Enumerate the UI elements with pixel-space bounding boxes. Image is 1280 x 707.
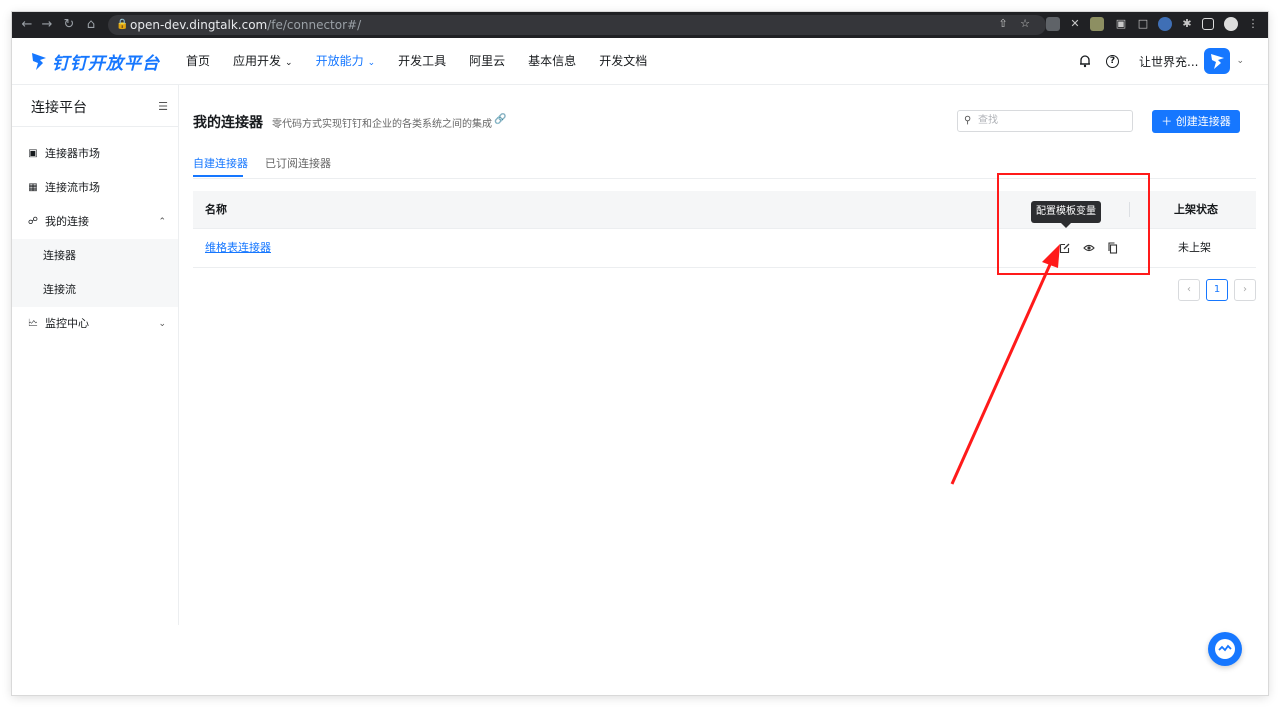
nav-dev-tools[interactable]: 开发工具 bbox=[390, 38, 454, 84]
lock-icon: 🔒 bbox=[116, 19, 129, 30]
main-content: 我的连接器 零代码方式实现钉钉和企业的各类系统之间的集成 🔗 ⚲ 查找 ＋ 创建… bbox=[193, 85, 1256, 625]
puzzle-icon[interactable]: ✱ bbox=[1180, 17, 1194, 31]
chat-bot-icon bbox=[1215, 639, 1235, 659]
nav-label: 开放能力 bbox=[315, 54, 364, 68]
grid-icon: ▦ bbox=[28, 182, 38, 193]
logo-text: 钉钉开放平台 bbox=[52, 53, 160, 74]
nav-label: 阿里云 bbox=[469, 54, 506, 68]
browser-toolbar: ← → ↻ ⌂ 🔒 open-dev.dingtalk.com/fe/conne… bbox=[12, 12, 1268, 38]
bell-icon[interactable] bbox=[1078, 54, 1092, 68]
prev-page-button[interactable]: ‹ bbox=[1178, 279, 1200, 301]
share-icon[interactable]: ⇧ bbox=[996, 17, 1010, 31]
nav-basic-info[interactable]: 基本信息 bbox=[520, 38, 584, 84]
shop-icon: ▣ bbox=[28, 148, 38, 159]
extension-icon[interactable] bbox=[1158, 17, 1172, 31]
nav-app-dev[interactable]: 应用开发 ⌄ bbox=[225, 38, 301, 84]
nav-label: 基本信息 bbox=[528, 54, 577, 68]
tab-self-built[interactable]: 自建连接器 bbox=[193, 155, 248, 171]
sidebar-item-connector-market[interactable]: ▣ 连接器市场 bbox=[12, 137, 178, 171]
divider bbox=[12, 126, 178, 127]
page-description: 零代码方式实现钉钉和企业的各类系统之间的集成 bbox=[272, 119, 492, 130]
browser-window: ← → ↻ ⌂ 🔒 open-dev.dingtalk.com/fe/conne… bbox=[12, 12, 1268, 695]
sidebar-item-my-connections[interactable]: ☍ 我的连接 ⌃ bbox=[12, 205, 178, 239]
extension-icon[interactable]: ✕ bbox=[1068, 17, 1082, 31]
chevron-up-icon: ⌃ bbox=[158, 217, 166, 227]
user-area: ? 让世界充... ⌄ bbox=[1064, 38, 1244, 84]
chevron-down-icon[interactable]: ⌄ bbox=[1236, 56, 1244, 66]
column-header-status: 上架状态 bbox=[1174, 203, 1218, 216]
link-icon: ☍ bbox=[27, 216, 39, 227]
sidebar-item-label: 连接器 bbox=[43, 249, 76, 262]
search-input[interactable]: ⚲ 查找 bbox=[957, 110, 1133, 132]
star-icon[interactable]: ☆ bbox=[1018, 17, 1032, 31]
sidebar-toggle-icon[interactable] bbox=[1202, 18, 1214, 30]
address-bar[interactable]: 🔒 open-dev.dingtalk.com/fe/connector#/ bbox=[108, 15, 1046, 35]
sidebar-item-label: 连接流 bbox=[43, 283, 76, 296]
nav-label: 开发文档 bbox=[599, 54, 648, 68]
create-button-label: 创建连接器 bbox=[1175, 115, 1231, 128]
chevron-down-icon: ⌄ bbox=[158, 319, 166, 329]
logo[interactable]: 钉钉开放平台 bbox=[30, 48, 160, 74]
nav-aliyun[interactable]: 阿里云 bbox=[461, 38, 513, 84]
url-path: /fe/connector#/ bbox=[267, 18, 362, 32]
sidebar-item-label: 连接器市场 bbox=[45, 147, 100, 160]
nav-home[interactable]: 首页 bbox=[178, 38, 218, 84]
extension-icon[interactable]: ▣ bbox=[1114, 17, 1128, 31]
username[interactable]: 让世界充... bbox=[1139, 53, 1198, 70]
forward-icon[interactable]: → bbox=[38, 16, 56, 34]
page-title: 我的连接器 bbox=[193, 115, 263, 131]
nav-label: 首页 bbox=[186, 54, 211, 68]
more-icon[interactable]: ⋮ bbox=[1246, 17, 1260, 31]
back-icon[interactable]: ← bbox=[18, 16, 36, 34]
avatar[interactable] bbox=[1204, 48, 1231, 74]
chart-icon: 🗠 bbox=[27, 318, 39, 329]
sidebar-item-label: 连接流市场 bbox=[45, 181, 100, 194]
plus-icon: ＋ bbox=[1161, 115, 1176, 128]
main-menu: 首页 应用开发 ⌄ 开放能力 ⌄ 开发工具 阿里云 基本信息 开发文档 bbox=[178, 38, 662, 84]
sidebar-item-label: 我的连接 bbox=[45, 215, 89, 228]
extension-icon[interactable]: □ bbox=[1136, 17, 1150, 31]
extension-icon[interactable] bbox=[1090, 17, 1104, 31]
next-page-button[interactable]: › bbox=[1234, 279, 1256, 301]
nav-label: 应用开发 bbox=[233, 54, 282, 68]
tab-label: 自建连接器 bbox=[193, 157, 248, 170]
top-navigation: 钉钉开放平台 首页 应用开发 ⌄ 开放能力 ⌄ 开发工具 阿里云 基本信息 开发文档… bbox=[12, 38, 1268, 85]
help-icon[interactable]: ? bbox=[1106, 54, 1119, 68]
chevron-down-icon: ⌄ bbox=[285, 58, 293, 68]
sidebar-item-connector[interactable]: 连接器 bbox=[12, 239, 178, 273]
sidebar: 连接平台 ☰ ▣ 连接器市场 ▦ 连接流市场 ☍ 我的连接 ⌃ 连接器 连接流 … bbox=[12, 85, 179, 625]
link-icon[interactable]: 🔗 bbox=[494, 114, 506, 125]
nav-open-capability[interactable]: 开放能力 ⌄ bbox=[308, 38, 384, 84]
nav-label: 开发工具 bbox=[398, 54, 447, 68]
assistant-float-button[interactable] bbox=[1208, 632, 1242, 666]
dingtalk-avatar-icon bbox=[1211, 54, 1225, 69]
sidebar-item-flow-market[interactable]: ▦ 连接流市场 bbox=[12, 171, 178, 205]
dingtalk-logo-icon bbox=[32, 53, 46, 70]
sidebar-item-label: 监控中心 bbox=[45, 317, 89, 330]
sidebar-title: 连接平台 bbox=[31, 100, 87, 116]
page-button[interactable]: 1 bbox=[1206, 279, 1228, 301]
nav-docs[interactable]: 开发文档 bbox=[591, 38, 655, 84]
pagination: ‹ 1 › bbox=[1178, 279, 1262, 301]
sidebar-item-monitor[interactable]: 🗠 监控中心 ⌄ bbox=[12, 307, 178, 341]
extension-icon[interactable] bbox=[1046, 17, 1060, 31]
url-host: open-dev.dingtalk.com bbox=[130, 18, 268, 32]
search-icon: ⚲ bbox=[964, 115, 972, 126]
connector-name-link[interactable]: 维格表连接器 bbox=[205, 229, 271, 267]
sidebar-item-flow[interactable]: 连接流 bbox=[12, 273, 178, 307]
tab-subscribed[interactable]: 已订阅连接器 bbox=[265, 155, 331, 171]
reload-icon[interactable]: ↻ bbox=[60, 16, 78, 34]
status-badge: 未上架 bbox=[1178, 241, 1211, 254]
column-header-name: 名称 bbox=[205, 203, 227, 216]
chevron-down-icon: ⌄ bbox=[367, 58, 376, 68]
profile-icon[interactable] bbox=[1224, 17, 1238, 31]
collapse-menu-icon[interactable]: ☰ bbox=[158, 100, 168, 113]
tab-active-indicator bbox=[193, 175, 243, 177]
tab-label: 已订阅连接器 bbox=[265, 157, 331, 170]
create-connector-button[interactable]: ＋ 创建连接器 bbox=[1152, 110, 1240, 133]
home-icon[interactable]: ⌂ bbox=[82, 16, 100, 34]
annotation-highlight-box bbox=[997, 173, 1150, 275]
search-placeholder: 查找 bbox=[978, 115, 998, 126]
